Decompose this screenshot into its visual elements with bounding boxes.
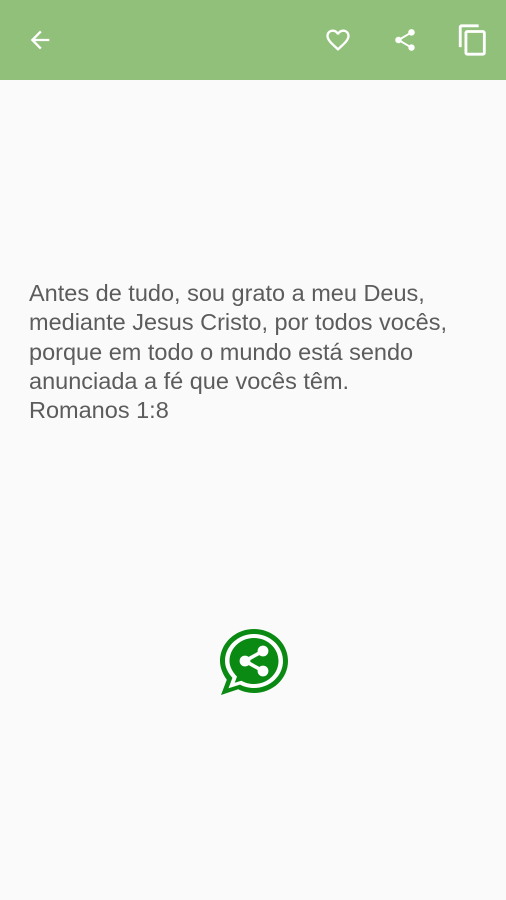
verse-reference: Romanos 1:8 (29, 397, 169, 424)
back-button[interactable] (12, 0, 68, 80)
copy-icon (458, 24, 486, 56)
favorite-button[interactable] (310, 0, 366, 80)
arrow-left-icon (30, 30, 50, 50)
share-icon (395, 29, 415, 51)
whatsapp-share-button[interactable] (216, 625, 292, 699)
verse-text: Antes de tudo, sou grato a meu Deus, med… (29, 280, 447, 394)
whatsapp-share-icon (220, 629, 288, 695)
copy-button[interactable] (445, 0, 501, 80)
share-button[interactable] (377, 0, 433, 80)
verse-block: Antes de tudo, sou grato a meu Deus, med… (29, 279, 479, 425)
heart-outline-icon (326, 29, 350, 51)
verse-content: Antes de tudo, sou grato a meu Deus, med… (0, 80, 506, 900)
app-bar (0, 0, 506, 80)
